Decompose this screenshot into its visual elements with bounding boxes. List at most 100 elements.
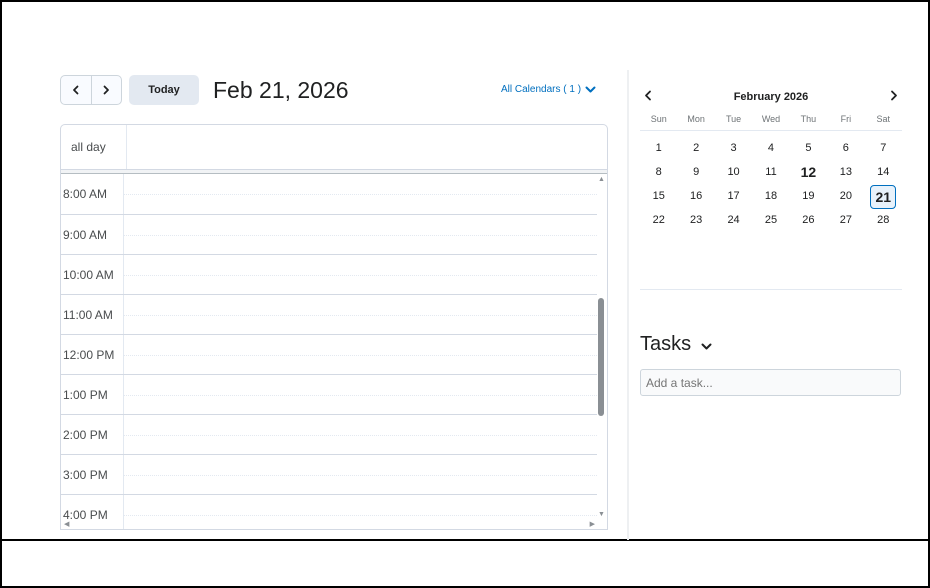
horizontal-scrollbar[interactable]: ◀ ▶ xyxy=(61,519,607,529)
calendar-day-number: 9 xyxy=(693,166,700,178)
calendar-day[interactable]: 5 xyxy=(790,137,827,159)
calendar-day-number: 4 xyxy=(767,142,775,154)
date-navigation xyxy=(60,75,122,105)
calendar-day[interactable]: 8 xyxy=(640,161,677,183)
calendar-day[interactable]: 24 xyxy=(715,209,752,231)
time-slot-label: 11:00 AM xyxy=(63,307,113,322)
half-hour-line xyxy=(123,235,597,236)
time-slot-row[interactable]: 8:00 AM xyxy=(61,174,597,214)
scroll-left-arrow-icon[interactable]: ◀ xyxy=(64,520,69,528)
calendar-day[interactable]: 4 xyxy=(752,137,789,159)
calendar-day[interactable]: 17 xyxy=(715,185,752,207)
time-slot-row[interactable]: 12:00 PM xyxy=(61,334,597,374)
half-hour-line xyxy=(123,275,597,276)
mini-calendar-divider xyxy=(640,289,902,290)
previous-day-button[interactable] xyxy=(61,76,91,104)
today-button[interactable]: Today xyxy=(129,75,199,105)
calendar-day-number: 3 xyxy=(730,142,737,154)
calendar-day-number: 25 xyxy=(764,214,778,226)
half-hour-line xyxy=(123,475,597,476)
calendar-day-number: 15 xyxy=(652,190,665,202)
calendar-day[interactable]: 16 xyxy=(677,185,714,207)
time-slot-row[interactable]: 10:00 AM xyxy=(61,254,597,294)
day-view-grid: all day 4:00 PM 3:00 PM 2:00 PM 1:00 PM 12:0… xyxy=(60,124,608,530)
tasks-header[interactable]: Tasks xyxy=(640,333,712,356)
calendar-day[interactable]: 10 xyxy=(715,161,752,183)
calendar-day[interactable]: 26 xyxy=(790,209,827,231)
weekday-label: Sun xyxy=(650,114,667,124)
month-title: February 2026 xyxy=(733,91,809,103)
calendar-day[interactable]: 2 xyxy=(677,137,714,159)
half-hour-line xyxy=(123,515,597,516)
time-slot-label: 1:00 PM xyxy=(63,387,108,402)
weekday-header: Sun Mon Tue Wed Thu Fri Sat xyxy=(640,114,902,131)
calendar-day[interactable]: 27 xyxy=(827,209,864,231)
half-hour-line xyxy=(123,315,597,316)
scroll-right-arrow-icon[interactable]: ▶ xyxy=(590,520,595,528)
calendar-day-number: 14 xyxy=(877,166,890,178)
all-calendars-dropdown[interactable]: All Calendars ( 1 ) xyxy=(501,84,596,95)
time-slot-label: 10:00 AM xyxy=(63,267,114,282)
calendar-day-number: 22 xyxy=(652,214,665,226)
calendar-day-number: 5 xyxy=(805,142,812,154)
calendar-day[interactable]: 14 xyxy=(865,161,902,183)
weekday-label: Mon xyxy=(687,114,705,124)
bottom-frame xyxy=(0,539,930,588)
time-slot-label: 12:00 PM xyxy=(63,347,115,362)
calendar-day[interactable]: 9 xyxy=(677,161,714,183)
calendar-day-number: 23 xyxy=(690,214,703,226)
calendar-day-number: 7 xyxy=(880,142,887,154)
calendar-day-number: 2 xyxy=(693,142,700,154)
calendar-day-number: 27 xyxy=(839,214,852,226)
time-slot-row[interactable]: 2:00 PM xyxy=(61,414,597,454)
calendar-day-number: 17 xyxy=(727,190,740,202)
calendar-day[interactable]: 22 xyxy=(640,209,677,231)
time-slot-row[interactable]: 11:00 AM xyxy=(61,294,597,334)
calendar-day[interactable]: 23 xyxy=(677,209,714,231)
chevron-left-icon xyxy=(72,85,79,95)
weekday-label: Wed xyxy=(761,114,781,124)
scroll-thumb[interactable] xyxy=(598,298,604,416)
scroll-up-arrow-icon[interactable]: ▲ xyxy=(598,176,605,183)
calendar-day-selected[interactable]: 21 xyxy=(865,185,902,209)
calendar-day-number: 16 xyxy=(690,190,703,202)
weekday-label: Tue xyxy=(725,114,742,124)
calendar-day[interactable]: 15 xyxy=(640,185,677,207)
calendar-day-number: 1 xyxy=(655,142,662,154)
next-month-button[interactable] xyxy=(886,90,902,104)
vertical-scrollbar[interactable]: ▲ ▼ xyxy=(597,176,605,518)
time-slot-row[interactable]: 1:00 PM xyxy=(61,374,597,414)
add-task-input[interactable] xyxy=(640,369,901,396)
time-slot-label: 8:00 AM xyxy=(63,187,108,201)
tasks-title: Tasks xyxy=(640,333,692,355)
calendar-day-number: 26 xyxy=(802,214,815,226)
calendar-day[interactable]: 6 xyxy=(827,137,864,159)
half-hour-line xyxy=(123,395,597,396)
all-day-row[interactable]: all day xyxy=(61,125,607,170)
all-day-label: all day xyxy=(61,125,127,169)
time-slots: 4:00 PM 3:00 PM 2:00 PM 1:00 PM 12:00 PM 11:0… xyxy=(61,174,607,529)
time-slot-row[interactable]: 9:00 AM xyxy=(61,214,597,254)
calendar-day-number: 21 xyxy=(870,185,897,209)
calendar-day-number: 11 xyxy=(765,166,777,178)
calendar-day-number: 12 xyxy=(800,164,817,180)
calendar-day[interactable]: 28 xyxy=(865,209,902,231)
chevron-left-icon xyxy=(645,90,651,101)
calendar-day[interactable]: 13 xyxy=(827,161,864,183)
time-slot-row[interactable]: 3:00 PM xyxy=(61,454,597,494)
next-day-button[interactable] xyxy=(90,76,122,104)
calendar-day[interactable]: 11 xyxy=(752,161,789,183)
calendar-day[interactable]: 7 xyxy=(865,137,902,159)
chevron-down-icon xyxy=(585,86,596,92)
previous-month-button[interactable] xyxy=(640,90,656,104)
half-hour-line xyxy=(123,194,597,195)
calendar-day[interactable]: 3 xyxy=(715,137,752,159)
calendar-day[interactable]: 25 xyxy=(752,209,789,231)
calendar-day[interactable]: 18 xyxy=(752,185,789,207)
chevron-down-icon[interactable] xyxy=(701,343,712,351)
calendar-day[interactable]: 12 xyxy=(790,161,827,183)
calendar-day[interactable]: 19 xyxy=(790,185,827,207)
calendar-day[interactable]: 20 xyxy=(827,185,864,207)
scroll-down-arrow-icon[interactable]: ▼ xyxy=(598,511,605,518)
calendar-day[interactable]: 1 xyxy=(640,137,677,159)
